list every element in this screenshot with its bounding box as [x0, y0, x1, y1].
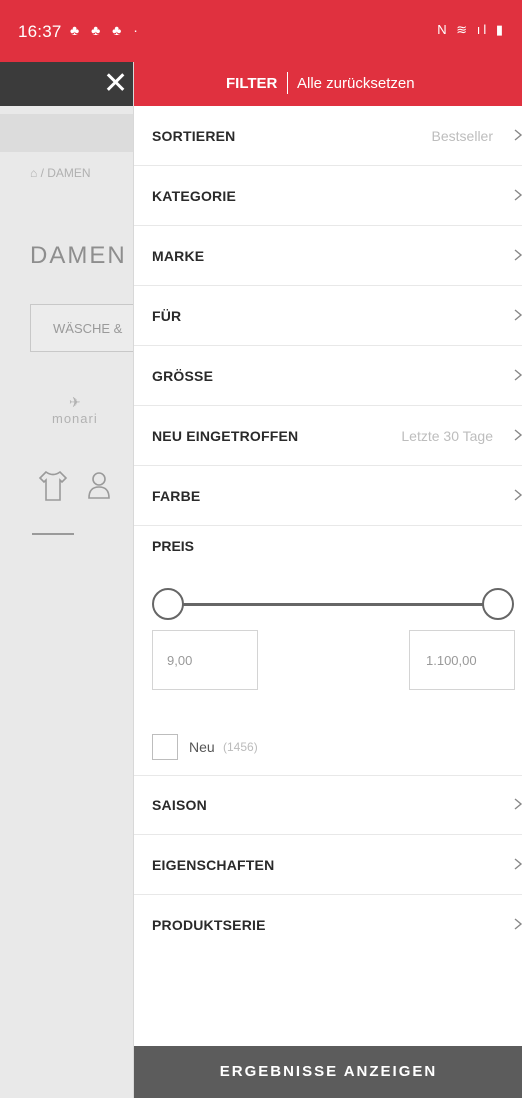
- filter-row-neu-eingetroffen[interactable]: NEU EINGETROFFEN Letzte 30 Tage: [134, 406, 522, 466]
- status-time: 16:37: [18, 22, 62, 41]
- reset-all-link[interactable]: Alle zurücksetzen: [297, 75, 415, 92]
- price-min-value: 9,00: [167, 653, 193, 668]
- filter-row-marke[interactable]: MARKE: [134, 226, 522, 286]
- filter-header: FILTER Alle zurücksetzen: [134, 62, 522, 106]
- system-status-icons: N ≋ ıl ▮: [437, 22, 506, 37]
- filter-row-farbe[interactable]: FARBE: [134, 466, 522, 526]
- filter-row-saison[interactable]: SAISON: [134, 775, 522, 835]
- chevron-right-icon: [514, 798, 522, 810]
- filter-row-label: MARKE: [152, 248, 205, 264]
- price-slider-min-handle[interactable]: [152, 588, 184, 620]
- new-checkbox-label[interactable]: Neu: [189, 739, 215, 755]
- category-select[interactable]: WÄSCHE &: [30, 304, 135, 352]
- filter-row-produktserie[interactable]: PRODUKTSERIE: [134, 895, 522, 955]
- filter-row-value: Letzte 30 Tage: [401, 428, 493, 444]
- close-icon[interactable]: ✕: [103, 66, 128, 102]
- filter-row-label: SORTIEREN: [152, 128, 236, 144]
- price-label: PREIS: [152, 538, 195, 554]
- filter-title: FILTER: [226, 75, 278, 92]
- chevron-right-icon: [514, 429, 522, 441]
- person-icon[interactable]: [86, 470, 112, 500]
- filter-drawer: FILTER Alle zurücksetzen SORTIEREN Bests…: [133, 62, 522, 1098]
- background-top-bar: ✕: [0, 62, 135, 106]
- shirt-tab-indicator: [32, 533, 74, 535]
- filter-row-groesse[interactable]: GRÖSSE: [134, 346, 522, 406]
- chevron-right-icon: [514, 918, 522, 930]
- breadcrumb: ⌂ / DAMEN: [30, 166, 91, 180]
- brand-logo: ✈ monari: [52, 394, 98, 426]
- price-max-value: 1.100,00: [426, 653, 477, 668]
- shirt-icon[interactable]: [36, 468, 70, 504]
- chevron-right-icon: [514, 249, 522, 261]
- price-slider-max-handle[interactable]: [482, 588, 514, 620]
- chevron-right-icon: [514, 189, 522, 201]
- category-select-value: WÄSCHE &: [53, 321, 123, 336]
- filter-row-label: PRODUKTSERIE: [152, 917, 266, 933]
- notification-icons: ♣ ♣ ♣ ·: [70, 22, 142, 38]
- brand-mark-icon: ✈: [69, 394, 81, 410]
- brand-name: monari: [52, 411, 98, 426]
- filter-row-label: EIGENSCHAFTEN: [152, 857, 275, 873]
- filter-row-kategorie[interactable]: KATEGORIE: [134, 166, 522, 226]
- page-title: DAMEN: [30, 242, 127, 269]
- price-min-input[interactable]: 9,00: [152, 630, 258, 690]
- show-results-button[interactable]: ERGEBNISSE ANZEIGEN: [134, 1046, 522, 1098]
- new-checkbox[interactable]: [152, 734, 178, 760]
- chevron-right-icon: [514, 129, 522, 141]
- price-max-input[interactable]: 1.100,00: [409, 630, 515, 690]
- background-strip: [0, 114, 135, 152]
- background-page: ✕ ⌂ / DAMEN DAMEN WÄSCHE & ✈ monari: [0, 62, 135, 1098]
- filter-row-label: GRÖSSE: [152, 368, 214, 384]
- status-bar: 16:37 ♣ ♣ ♣ · N ≋ ıl ▮: [0, 0, 522, 62]
- chevron-right-icon: [514, 309, 522, 321]
- price-slider-track[interactable]: [168, 603, 498, 606]
- filter-row-label: FARBE: [152, 488, 201, 504]
- filter-row-eigenschaften[interactable]: EIGENSCHAFTEN: [134, 835, 522, 895]
- filter-row-fuer[interactable]: FÜR: [134, 286, 522, 346]
- filter-row-label: SAISON: [152, 797, 207, 813]
- chevron-right-icon: [514, 369, 522, 381]
- header-divider: [287, 72, 288, 94]
- chevron-right-icon: [514, 489, 522, 501]
- new-count: (1456): [223, 740, 258, 754]
- chevron-right-icon: [514, 858, 522, 870]
- filter-row-label: KATEGORIE: [152, 188, 236, 204]
- filter-row-value: Bestseller: [431, 128, 493, 144]
- filter-row-label: NEU EINGETROFFEN: [152, 428, 299, 444]
- filter-row-sortieren[interactable]: SORTIEREN Bestseller: [134, 106, 522, 166]
- filter-row-label: FÜR: [152, 308, 182, 324]
